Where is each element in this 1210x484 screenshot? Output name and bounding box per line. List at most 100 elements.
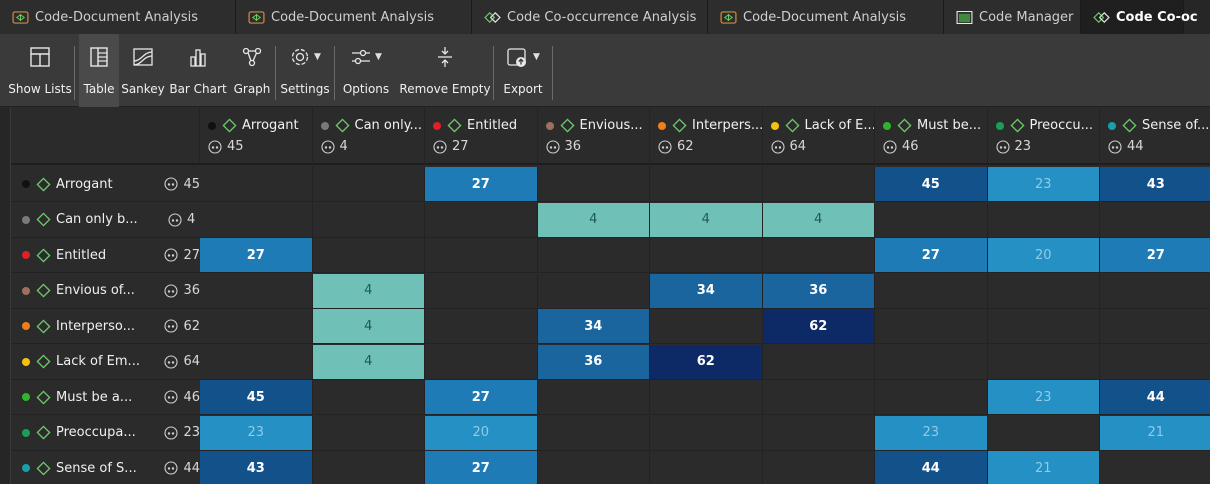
matrix-cell[interactable] (1100, 273, 1210, 309)
row-header[interactable]: Preoccupa... 23 (11, 415, 200, 451)
column-header[interactable]: Can only... 4 (312, 108, 425, 165)
matrix-cell[interactable] (875, 380, 988, 415)
matrix-cell[interactable]: 45 (875, 167, 988, 202)
matrix-cell[interactable] (650, 167, 763, 202)
show-lists-button[interactable]: Show Lists (6, 34, 74, 107)
matrix-cell[interactable] (987, 344, 1100, 380)
matrix-cell[interactable] (762, 451, 875, 484)
graph-view-button[interactable]: Graph (229, 34, 275, 107)
matrix-cell[interactable] (312, 451, 425, 484)
matrix-cell[interactable] (1100, 202, 1210, 238)
matrix-cell[interactable] (762, 344, 875, 380)
matrix-cell[interactable]: 27 (425, 167, 538, 202)
matrix-cell[interactable] (425, 202, 538, 238)
matrix-cell[interactable] (650, 451, 763, 484)
matrix-cell[interactable] (762, 238, 875, 273)
tab-0[interactable]: Code-Document Analysis (0, 0, 236, 34)
matrix-cell[interactable] (537, 380, 650, 415)
matrix-cell[interactable]: 27 (425, 380, 538, 415)
matrix-cell[interactable]: 21 (987, 451, 1100, 484)
matrix-cell[interactable]: 27 (200, 238, 313, 273)
matrix-cell[interactable]: 4 (537, 202, 650, 238)
matrix-cell[interactable] (875, 202, 988, 238)
row-header[interactable]: Entitled 27 (11, 238, 200, 273)
column-header[interactable]: Entitled 27 (425, 108, 538, 165)
matrix-cell[interactable] (762, 415, 875, 451)
matrix-cell[interactable]: 27 (1100, 238, 1210, 273)
matrix-cell[interactable]: 23 (987, 380, 1100, 415)
matrix-cell[interactable] (537, 167, 650, 202)
matrix-cell[interactable]: 45 (200, 380, 313, 415)
matrix-cell[interactable] (650, 380, 763, 415)
matrix-cell[interactable] (312, 238, 425, 273)
matrix-cell[interactable]: 43 (1100, 167, 1210, 202)
matrix-cell[interactable]: 27 (875, 238, 988, 273)
matrix-cell[interactable] (312, 202, 425, 238)
options-button[interactable]: ▼ Options (335, 34, 397, 107)
matrix-cell[interactable] (312, 380, 425, 415)
matrix-cell[interactable]: 43 (200, 451, 313, 484)
sankey-view-button[interactable]: Sankey (119, 34, 167, 107)
matrix-cell[interactable] (200, 344, 313, 380)
matrix-cell[interactable]: 20 (987, 238, 1100, 273)
row-header[interactable]: Can only b... 4 (11, 202, 200, 238)
remove-empty-button[interactable]: Remove Empty (397, 34, 493, 107)
matrix-cell[interactable] (312, 415, 425, 451)
matrix-cell[interactable] (987, 202, 1100, 238)
matrix-cell[interactable] (1100, 451, 1210, 484)
matrix-cell[interactable] (425, 273, 538, 309)
tab-2[interactable]: Code Co-occurrence Analysis (472, 0, 708, 34)
column-header[interactable]: Lack of E... 64 (762, 108, 875, 165)
settings-button[interactable]: ▼ Settings (276, 34, 334, 107)
tab-3[interactable]: Code-Document Analysis (708, 0, 944, 34)
row-header[interactable]: Envious of... 36 (11, 273, 200, 309)
matrix-cell[interactable] (425, 344, 538, 380)
matrix-cell[interactable] (762, 380, 875, 415)
matrix-cell[interactable]: 34 (650, 273, 763, 309)
matrix-cell[interactable] (200, 202, 313, 238)
matrix-cell[interactable]: 20 (425, 415, 538, 451)
matrix-cell[interactable] (425, 309, 538, 344)
matrix-cell[interactable]: 62 (650, 344, 763, 380)
matrix-cell[interactable] (200, 167, 313, 202)
matrix-cell[interactable] (200, 309, 313, 344)
matrix-cell[interactable] (762, 167, 875, 202)
matrix-cell[interactable]: 62 (762, 309, 875, 344)
matrix-cell[interactable] (425, 238, 538, 273)
row-header[interactable]: Lack of Em... 64 (11, 344, 200, 380)
row-header[interactable]: Interperso... 62 (11, 309, 200, 344)
matrix-cell[interactable]: 4 (762, 202, 875, 238)
row-header[interactable]: Arrogant 45 (11, 167, 200, 202)
matrix-cell[interactable] (987, 415, 1100, 451)
matrix-cell[interactable] (987, 273, 1100, 309)
export-button[interactable]: ▼ Export (494, 34, 552, 107)
matrix-cell[interactable]: 36 (762, 273, 875, 309)
matrix-cell[interactable] (537, 451, 650, 484)
matrix-cell[interactable]: 23 (987, 167, 1100, 202)
matrix-cell[interactable]: 4 (650, 202, 763, 238)
matrix-cell[interactable] (200, 273, 313, 309)
column-header[interactable]: Arrogant 45 (200, 108, 313, 165)
matrix-cell[interactable]: 4 (312, 273, 425, 309)
column-header[interactable]: Preoccu... 23 (987, 108, 1100, 165)
matrix-cell[interactable] (650, 238, 763, 273)
tab-1[interactable]: Code-Document Analysis (236, 0, 472, 34)
matrix-cell[interactable]: 44 (875, 451, 988, 484)
bar-chart-view-button[interactable]: Bar Chart (167, 34, 229, 107)
column-header[interactable]: Interpers... 62 (650, 108, 763, 165)
row-header[interactable]: Sense of S... 44 (11, 451, 200, 484)
tab-4[interactable]: Code Manager (944, 0, 1081, 34)
matrix-cell[interactable]: 27 (425, 451, 538, 484)
table-view-button[interactable]: Table (79, 34, 119, 107)
matrix-cell[interactable]: 4 (312, 344, 425, 380)
matrix-cell[interactable]: 34 (537, 309, 650, 344)
matrix-cell[interactable] (537, 273, 650, 309)
matrix-cell[interactable]: 23 (200, 415, 313, 451)
matrix-cell[interactable] (1100, 309, 1210, 344)
matrix-cell[interactable] (650, 309, 763, 344)
matrix-cell[interactable] (650, 415, 763, 451)
column-header[interactable]: Sense of... 44 (1100, 108, 1210, 165)
matrix-cell[interactable] (537, 238, 650, 273)
tab-5[interactable]: Code Co-oc (1081, 0, 1198, 34)
matrix-cell[interactable] (987, 309, 1100, 344)
